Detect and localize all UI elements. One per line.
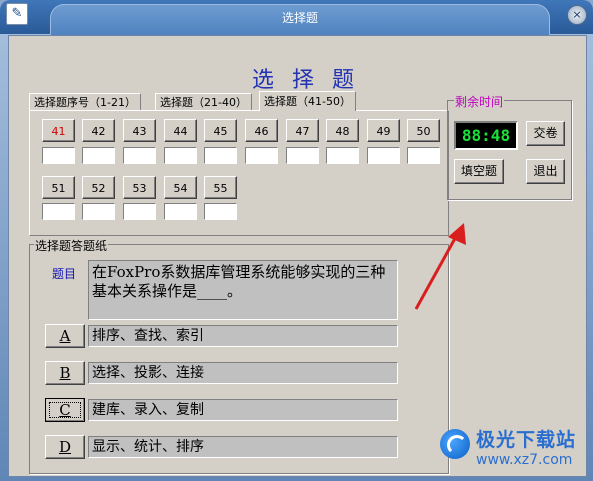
question-button-47[interactable]: 47 <box>286 119 319 142</box>
question-button-46[interactable]: 46 <box>245 119 278 142</box>
option-d-button[interactable]: D <box>45 435 85 459</box>
question-button-51[interactable]: 51 <box>42 176 75 199</box>
question-button-44[interactable]: 44 <box>164 119 197 142</box>
question-button-53[interactable]: 53 <box>123 176 156 199</box>
answer-box-48[interactable] <box>326 147 359 164</box>
option-b-text: 选择、投影、连接 <box>88 362 398 384</box>
answer-sheet-group: 选择题答题纸 题目 在FoxPro系数据库管理系统能够实现的三种基本关系操作是_… <box>29 237 449 474</box>
answer-box-50[interactable] <box>407 147 440 164</box>
option-c-text: 建库、录入、复制 <box>88 399 398 421</box>
answer-box-55[interactable] <box>204 203 237 220</box>
question-button-55[interactable]: 55 <box>204 176 237 199</box>
question-button-54[interactable]: 54 <box>164 176 197 199</box>
answer-box-52[interactable] <box>82 203 115 220</box>
question-button-52[interactable]: 52 <box>82 176 115 199</box>
option-a-button[interactable]: A <box>45 324 85 348</box>
exit-button[interactable]: 退出 <box>526 159 565 184</box>
watermark-logo-icon <box>440 429 470 459</box>
answer-box-46[interactable] <box>245 147 278 164</box>
window: ✎ 选择题 × 选择题 选择题序号（1-21） 选择题（21-40） 选择题（4… <box>0 0 593 481</box>
question-button-48[interactable]: 48 <box>326 119 359 142</box>
answer-sheet-label: 选择题答题纸 <box>34 237 109 254</box>
answer-box-45[interactable] <box>204 147 237 164</box>
red-arrow-annotation <box>414 223 466 310</box>
answer-box-53[interactable] <box>123 203 156 220</box>
tab-1-21[interactable]: 选择题序号（1-21） <box>29 93 141 111</box>
option-c-button[interactable]: C <box>45 398 85 422</box>
answer-box-47[interactable] <box>286 147 319 164</box>
answer-box-51[interactable] <box>42 203 75 220</box>
question-button-43[interactable]: 43 <box>123 119 156 142</box>
question-button-50[interactable]: 50 <box>407 119 440 142</box>
app-icon[interactable]: ✎ <box>6 3 28 25</box>
answer-box-43[interactable] <box>123 147 156 164</box>
question-button-41[interactable]: 41 <box>42 119 75 142</box>
close-button[interactable]: × <box>567 5 587 25</box>
question-button-49[interactable]: 49 <box>367 119 400 142</box>
answer-box-44[interactable] <box>164 147 197 164</box>
question-text: 在FoxPro系数据库管理系统能够实现的三种基本关系操作是____。 <box>88 260 398 320</box>
submit-button[interactable]: 交卷 <box>526 121 565 146</box>
option-b-button[interactable]: B <box>45 361 85 385</box>
watermark-name: 极光下载站 <box>476 429 577 451</box>
answer-box-42[interactable] <box>82 147 115 164</box>
watermark: 极光下载站 www.xz7.com <box>440 425 590 477</box>
timer-group: 剩余时间 88:48 交卷 填空题 退出 <box>447 93 572 200</box>
question-label: 题目 <box>52 267 77 281</box>
answer-box-49[interactable] <box>367 147 400 164</box>
option-d-text: 显示、统计、排序 <box>88 436 398 458</box>
question-button-45[interactable]: 45 <box>204 119 237 142</box>
option-a-text: 排序、查找、索引 <box>88 325 398 347</box>
question-button-42[interactable]: 42 <box>82 119 115 142</box>
page-title: 选择题 <box>251 68 372 93</box>
answer-box-54[interactable] <box>164 203 197 220</box>
title-bar[interactable]: ✎ 选择题 × <box>0 0 593 35</box>
tab-41-50[interactable]: 选择题（41-50） <box>259 91 356 111</box>
answer-box-41[interactable] <box>42 147 75 164</box>
question-panel: 41 42 43 44 45 46 47 48 49 50 51 52 53 5… <box>29 110 449 236</box>
watermark-url: www.xz7.com <box>476 452 573 468</box>
window-title: 选择题 <box>50 4 550 35</box>
countdown-display: 88:48 <box>454 121 518 150</box>
fill-blank-button[interactable]: 填空题 <box>454 159 504 184</box>
timer-group-label: 剩余时间 <box>454 93 505 110</box>
client-area: 选择题 选择题序号（1-21） 选择题（21-40） 选择题（41-50） 41… <box>8 35 587 477</box>
tab-21-40[interactable]: 选择题（21-40） <box>155 93 252 111</box>
